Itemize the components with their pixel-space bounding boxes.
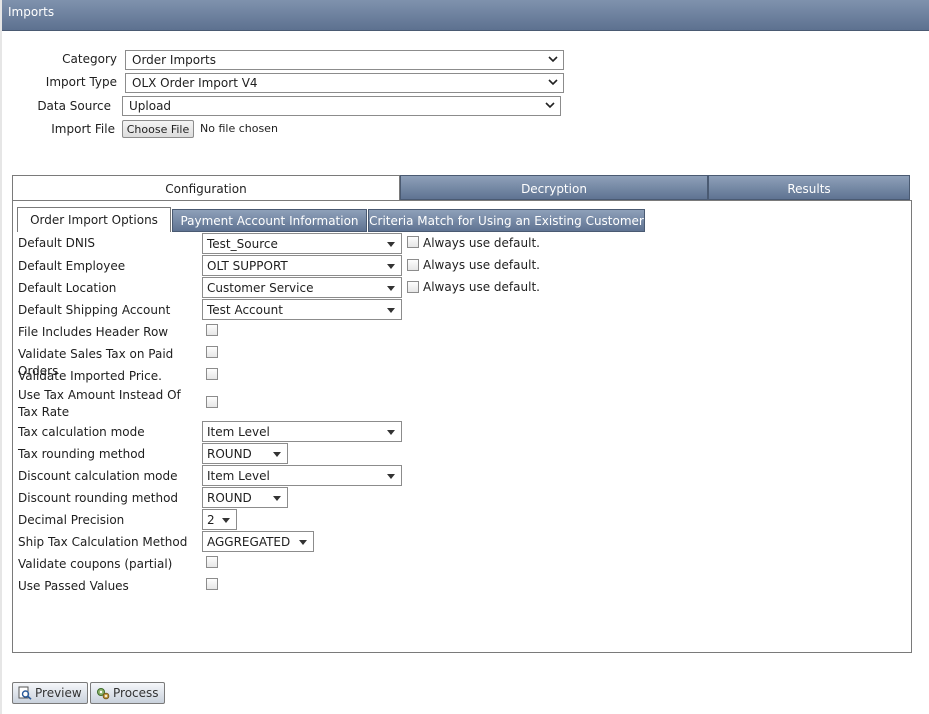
default-employee-always-checkbox[interactable] — [407, 259, 419, 271]
validate-imported-price-label: Validate Imported Price. — [18, 369, 162, 383]
data-source-label: Data Source — [37, 99, 111, 113]
default-location-value: Customer Service — [207, 281, 314, 295]
file-status: No file chosen — [200, 122, 278, 135]
gears-icon — [97, 688, 110, 700]
chevron-down-icon — [548, 56, 558, 63]
chevron-down-icon — [545, 102, 555, 109]
default-dnis-label: Default DNIS — [18, 236, 96, 250]
default-dnis-select[interactable]: Test_Source — [202, 233, 402, 254]
discount-calculation-mode-select[interactable]: Item Level — [202, 465, 402, 486]
discount-rounding-method-select[interactable]: ROUND — [202, 487, 288, 508]
default-shipping-account-value: Test Account — [207, 303, 283, 317]
import-type-select[interactable]: OLX Order Import V4 — [125, 73, 564, 93]
tax-rounding-method-label: Tax rounding method — [18, 447, 146, 461]
validate-imported-price-checkbox[interactable] — [206, 368, 218, 380]
caret-down-icon — [387, 286, 395, 291]
caret-down-icon — [387, 264, 395, 269]
tab-decryption[interactable]: Decryption — [400, 175, 708, 200]
default-shipping-account-label: Default Shipping Account — [18, 303, 171, 317]
choose-file-button[interactable]: Choose File — [122, 120, 194, 138]
file-includes-header-row-label: File Includes Header Row — [18, 325, 169, 339]
tax-calculation-mode-value: Item Level — [207, 425, 270, 439]
chevron-down-icon — [548, 79, 558, 86]
default-employee-select[interactable]: OLT SUPPORT — [202, 255, 402, 276]
discount-calculation-mode-value: Item Level — [207, 469, 270, 483]
use-tax-amount-label: Use Tax Amount Instead Of Tax Rate — [18, 388, 181, 419]
tab-order-import-options[interactable]: Order Import Options — [17, 207, 171, 232]
discount-rounding-method-value: ROUND — [207, 491, 252, 505]
process-label: Process — [113, 686, 159, 700]
title-bar: Imports — [2, 0, 929, 31]
always-use-default-label: Always use default. — [423, 280, 540, 294]
import-file-label: Import File — [51, 122, 115, 136]
tax-calculation-mode-label: Tax calculation mode — [18, 425, 145, 439]
validate-coupons-checkbox[interactable] — [206, 556, 218, 568]
discount-calculation-mode-label: Discount calculation mode — [18, 469, 178, 483]
magnifier-document-icon — [18, 686, 32, 700]
caret-down-icon — [387, 430, 395, 435]
preview-label: Preview — [35, 686, 82, 700]
discount-rounding-method-label: Discount rounding method — [18, 491, 179, 505]
use-tax-amount-checkbox[interactable] — [206, 396, 218, 408]
data-source-select[interactable]: Upload — [122, 96, 561, 116]
tab-results[interactable]: Results — [708, 175, 910, 200]
process-button[interactable]: Process — [90, 682, 165, 704]
default-location-select[interactable]: Customer Service — [202, 277, 402, 298]
tax-rounding-method-value: ROUND — [207, 447, 252, 461]
window-title: Imports — [8, 5, 55, 19]
always-use-default-label: Always use default. — [423, 258, 540, 272]
tab-criteria-match[interactable]: Criteria Match for Using an Existing Cus… — [368, 209, 645, 232]
use-passed-values-label: Use Passed Values — [18, 579, 129, 593]
category-value: Order Imports — [132, 53, 216, 67]
default-location-label: Default Location — [18, 281, 117, 295]
file-includes-header-row-checkbox[interactable] — [206, 324, 218, 336]
default-employee-label: Default Employee — [18, 259, 126, 273]
decimal-precision-select[interactable]: 2 — [202, 509, 237, 530]
tax-rounding-method-select[interactable]: ROUND — [202, 443, 288, 464]
tab-payment-account-information[interactable]: Payment Account Information — [172, 209, 367, 232]
caret-down-icon — [299, 540, 307, 545]
category-select[interactable]: Order Imports — [125, 50, 564, 70]
caret-down-icon — [387, 474, 395, 479]
default-dnis-value: Test_Source — [207, 237, 278, 251]
decimal-precision-value: 2 — [207, 513, 215, 527]
caret-down-icon — [387, 242, 395, 247]
use-passed-values-checkbox[interactable] — [206, 578, 218, 590]
tax-calculation-mode-select[interactable]: Item Level — [202, 421, 402, 442]
default-shipping-account-select[interactable]: Test Account — [202, 299, 402, 320]
caret-down-icon — [387, 308, 395, 313]
ship-tax-calculation-method-select[interactable]: AGGREGATED — [202, 531, 314, 552]
preview-button[interactable]: Preview — [12, 682, 88, 704]
ship-tax-calculation-method-value: AGGREGATED — [207, 535, 291, 549]
caret-down-icon — [273, 496, 281, 501]
import-type-label: Import Type — [45, 75, 117, 89]
category-label: Category — [62, 52, 117, 66]
default-dnis-always-checkbox[interactable] — [407, 236, 419, 248]
import-type-value: OLX Order Import V4 — [132, 76, 258, 90]
default-employee-value: OLT SUPPORT — [207, 259, 288, 273]
caret-down-icon — [273, 452, 281, 457]
validate-sales-tax-checkbox[interactable] — [206, 346, 218, 358]
caret-down-icon — [222, 518, 230, 523]
ship-tax-calculation-method-label: Ship Tax Calculation Method — [18, 535, 188, 549]
always-use-default-label: Always use default. — [423, 236, 540, 250]
decimal-precision-label: Decimal Precision — [18, 513, 125, 527]
data-source-value: Upload — [129, 99, 172, 113]
default-location-always-checkbox[interactable] — [407, 281, 419, 293]
validate-coupons-label: Validate coupons (partial) — [18, 557, 173, 571]
tab-configuration[interactable]: Configuration — [12, 175, 400, 201]
